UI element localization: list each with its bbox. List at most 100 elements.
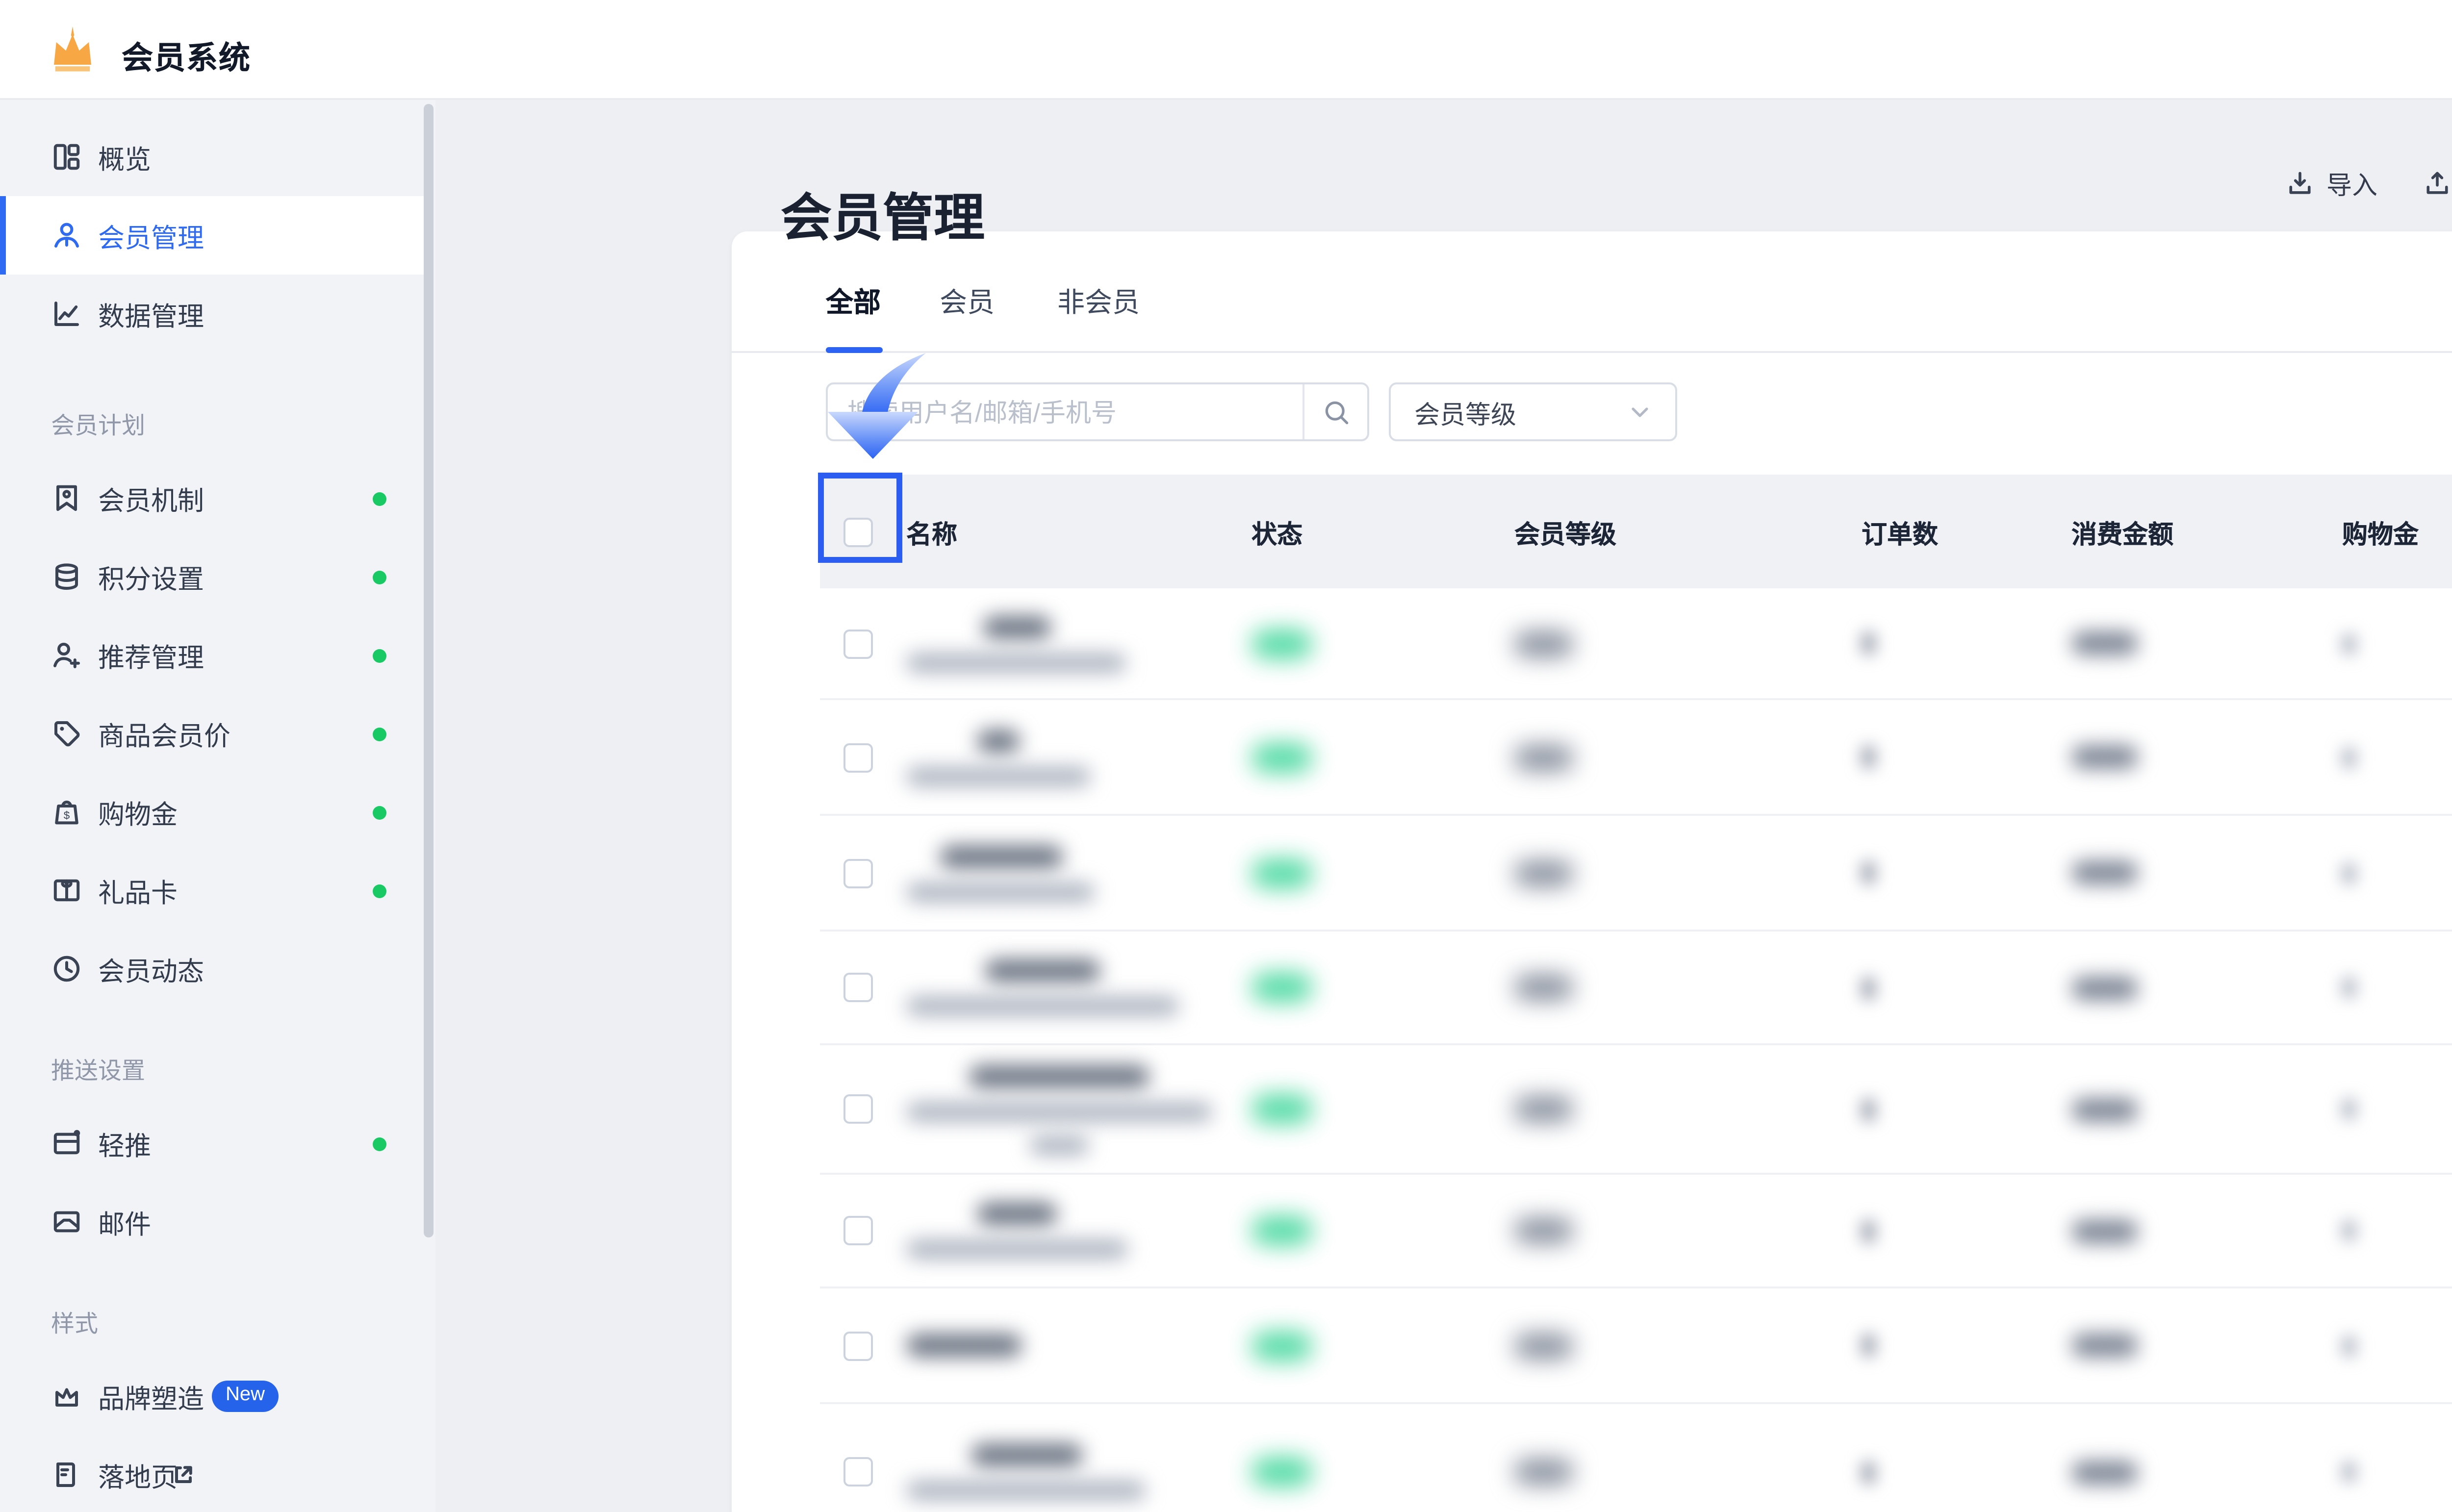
cell-credit-redacted [2342,862,2356,883]
sidebar-item-label: 会员动态 [98,949,204,988]
cell-orders-redacted [1862,1097,1875,1121]
row-checkbox[interactable] [843,858,873,887]
cell-name-redacted [906,588,1126,698]
tab-all[interactable]: 全部 [826,282,881,322]
cell-orders-redacted [1862,1460,1875,1484]
cell-amount-redacted [2071,1460,2138,1484]
new-badge: New [212,1381,279,1412]
sidebar-item-label: 落地页 [98,1455,178,1494]
search-button[interactable] [1304,384,1367,439]
tab-members[interactable]: 会员 [940,282,995,322]
cell-amount-redacted [2071,745,2138,769]
enabled-dot [373,727,386,740]
row-checkbox[interactable] [843,629,873,658]
cell-level-redacted [1514,1096,1573,1122]
member-table-card: 全部 会员 非会员 会员等级 名称 状态 [732,231,2452,1512]
sidebar-item-邮件[interactable]: 邮件 [0,1183,424,1261]
member-email-redacted [906,882,1095,901]
user-plus-icon [51,639,82,671]
tab-non-members[interactable]: 非会员 [1057,282,1140,322]
tabbar-divider [732,351,2452,353]
member-name-redacted [977,729,1020,752]
row-checkbox[interactable] [843,1216,873,1245]
member-name-redacted [977,1202,1057,1226]
enabled-dot [373,648,386,662]
sidebar-item-礼品卡[interactable]: 礼品卡 [0,851,424,930]
checkbox-highlight-box [818,473,902,563]
table-row: 3 [820,1402,2452,1512]
cell-credit-redacted [2342,1098,2356,1120]
cell-level-redacted [1514,1333,1573,1358]
cell-credit-redacted [2342,746,2356,768]
sidebar-item-轻推[interactable]: 轻推 [0,1104,424,1183]
tag-icon [51,718,82,749]
member-level-select[interactable]: 会员等级 [1389,382,1677,441]
sidebar-item-会员机制[interactable]: 会员机制 [0,459,424,537]
import-button[interactable]: 导入 [2285,165,2377,202]
search-input[interactable] [828,384,1303,439]
sidebar-item-落地页[interactable]: 落地页 [0,1436,424,1512]
sidebar-item-会员动态[interactable]: 会员动态 [0,930,424,1008]
sidebar-item-label: 品牌塑造 [98,1377,204,1416]
member-level-select-value: 会员等级 [1414,393,1628,430]
member-name-redacted [985,959,1100,983]
member-email-redacted [1030,1134,1089,1154]
status-badge-redacted [1252,1331,1312,1360]
cell-credit-redacted [2342,1220,2356,1241]
sidebar-item-label: 积分设置 [98,557,204,596]
cell-level-redacted [1514,1218,1573,1243]
cell-credit-redacted [2342,1461,2356,1483]
sidebar-item-购物金[interactable]: $ 购物金 [0,773,424,851]
cell-name-redacted [906,700,1091,814]
sidebar-item-label: 购物金 [98,792,178,832]
row-checkbox[interactable] [843,973,873,1002]
chevron-down-icon [1628,400,1652,424]
member-name-redacted [969,1064,1149,1087]
status-badge-redacted [1252,1094,1312,1124]
row-checkbox[interactable] [843,742,873,772]
sidebar-item-积分设置[interactable]: 积分设置 [0,537,424,616]
cell-amount-redacted [2071,631,2138,655]
enabled-dot [373,570,386,583]
col-amount: 消费金额 [2071,475,2173,588]
import-label: 导入 [2326,165,2377,202]
sidebar-item-label: 概览 [98,137,151,176]
export-button[interactable]: 导出 [2423,165,2452,202]
status-badge-redacted [1252,742,1312,772]
cell-level-redacted [1514,860,1573,885]
row-checkbox[interactable] [843,1457,873,1487]
status-badge-redacted [1252,858,1312,887]
top-bar: 会员系统 Pro W [0,0,2452,100]
sidebar-item-推荐管理[interactable]: 推荐管理 [0,616,424,694]
col-credit: 购物金 [2342,475,2419,588]
cell-orders-redacted [1862,861,1875,884]
cell-credit-redacted [2342,632,2356,654]
member-email-redacted [906,1239,1128,1259]
sidebar-item-商品会员价[interactable]: 商品会员价 [0,694,424,773]
row-checkbox[interactable] [843,1094,873,1124]
enabled-dot [373,1136,386,1150]
cell-amount-redacted [2071,976,2138,999]
member-name-redacted [982,615,1050,638]
member-email-redacted [906,652,1126,672]
sidebar-section-label: 样式 [51,1306,98,1339]
col-level: 会员等级 [1514,475,1616,588]
cell-level-redacted [1514,975,1573,1000]
user-icon [51,220,82,251]
cell-amount-redacted [2071,861,2138,884]
sidebar-item-概览[interactable]: 概览 [0,118,424,196]
table-row: 1 [820,698,2452,814]
sidebar-item-品牌塑造[interactable]: 品牌塑造 New [0,1357,424,1436]
sidebar-scrollbar[interactable] [424,104,434,1237]
sidebar-item-数据管理[interactable]: 数据管理 [0,275,424,353]
member-name-redacted [906,1334,1022,1357]
member-email-redacted [906,1481,1146,1500]
row-checkbox[interactable] [843,1331,873,1360]
col-name: 名称 [906,475,957,588]
table-row: 1 [820,1043,2452,1173]
sidebar-item-会员管理[interactable]: 会员管理 [0,196,424,275]
enabled-dot [373,805,386,819]
badge-star-icon [51,482,82,514]
cell-orders-redacted [1862,1334,1875,1357]
external-link-icon [173,1464,194,1486]
